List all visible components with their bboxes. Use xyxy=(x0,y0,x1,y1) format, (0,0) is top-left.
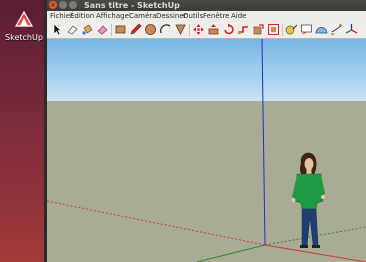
follow-me-icon[interactable] xyxy=(237,23,250,36)
maximize-icon[interactable] xyxy=(69,1,77,9)
eraser-icon[interactable] xyxy=(66,23,79,36)
arc-icon[interactable] xyxy=(159,23,172,36)
close-icon[interactable]: × xyxy=(49,1,57,9)
scale-icon[interactable] xyxy=(252,23,265,36)
green-axis xyxy=(196,244,266,262)
window-title: Sans titre - SketchUp xyxy=(84,1,180,10)
menu-edition[interactable]: Édition xyxy=(70,11,94,22)
menu-aide[interactable]: Aide xyxy=(231,11,246,22)
sketchup-logo-icon xyxy=(13,10,35,30)
polygon-icon[interactable] xyxy=(174,23,187,36)
circle-icon[interactable] xyxy=(144,23,157,36)
axes-icon[interactable] xyxy=(345,23,358,36)
paint-bucket-icon[interactable] xyxy=(81,23,94,36)
modeling-viewport[interactable] xyxy=(47,39,366,262)
push-pull-icon[interactable] xyxy=(207,23,220,36)
scale-figure-person[interactable] xyxy=(287,149,337,254)
dimension-icon[interactable] xyxy=(330,23,343,36)
rectangle-icon[interactable] xyxy=(114,23,127,36)
window-titlebar[interactable]: × Sans titre - SketchUp xyxy=(47,0,366,11)
pencil-icon[interactable] xyxy=(129,23,142,36)
text-icon[interactable] xyxy=(300,23,313,36)
tape-measure-icon[interactable] xyxy=(285,23,298,36)
eraser-pink-icon[interactable] xyxy=(96,23,109,36)
red-axis-negative xyxy=(47,200,266,246)
toolbar-separator xyxy=(189,24,190,36)
desktop-icon-label: SketchUp xyxy=(5,33,43,42)
menu-fenetre[interactable]: Fenêtre xyxy=(203,11,229,22)
menu-affichage[interactable]: Affichage xyxy=(96,11,129,22)
desktop-launcher: SketchUp xyxy=(0,0,44,262)
protractor-icon[interactable] xyxy=(315,23,328,36)
select-icon[interactable] xyxy=(51,23,64,36)
toolbar-separator xyxy=(111,24,112,36)
menu-outils[interactable]: Outils xyxy=(183,11,203,22)
menu-camera[interactable]: Caméra xyxy=(129,11,156,22)
blue-axis xyxy=(261,39,266,246)
sketchup-desktop-shortcut[interactable]: SketchUp xyxy=(4,10,44,54)
offset-icon[interactable] xyxy=(267,23,280,36)
main-toolbar xyxy=(47,22,366,39)
menu-dessiner[interactable]: Dessiner xyxy=(156,11,187,22)
toolbar-separator xyxy=(282,24,283,36)
rotate-icon[interactable] xyxy=(222,23,235,36)
minimize-icon[interactable] xyxy=(59,1,67,9)
move-icon[interactable] xyxy=(192,23,205,36)
